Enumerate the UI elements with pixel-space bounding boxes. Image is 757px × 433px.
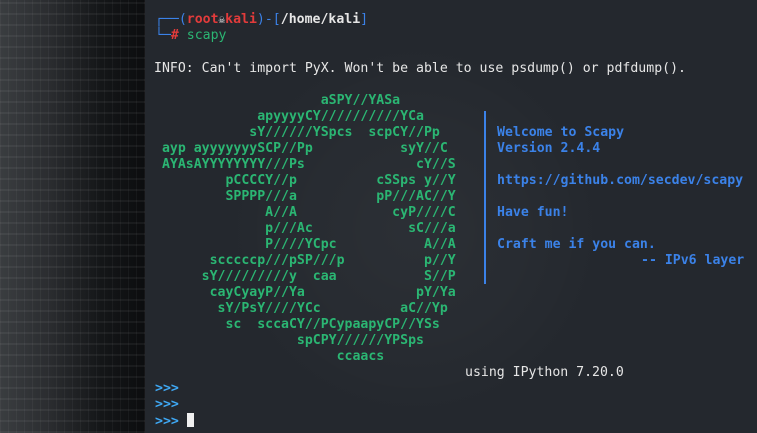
shell-command: scapy (186, 28, 227, 43)
prompt-hash: # (170, 28, 179, 43)
prompt-dir-open: )-[ (256, 12, 281, 27)
prompt-box-open: ┌──( (155, 12, 187, 27)
banner-welcome: Welcome to Scapy (497, 125, 625, 140)
scapy-logo-line: ccaacs (154, 349, 385, 364)
repl-prompt: >>> (155, 381, 179, 396)
scapy-logo-line: sc sccaCY//PCypaapyCP//YSs (154, 317, 440, 332)
scapy-logo-line: cayCyayP//Ya pY/Ya (154, 285, 456, 300)
prompt-box-bottom: └─ (155, 28, 171, 43)
scapy-logo-line: sY/////////y caa S//P (154, 269, 456, 284)
scapy-logo-line: sY//////YSpcs scpCY//Pp (154, 125, 440, 140)
prompt-user: root (186, 12, 219, 27)
scapy-logo-line: SPPPP///a pP///AC//Y (154, 189, 456, 204)
terminal-window[interactable]: ┌──(root☠kali)-[/home/kali] └─# scapy IN… (145, 0, 757, 433)
banner-version: Version 2.4.4 (497, 141, 601, 156)
text-cursor (186, 413, 194, 427)
ipython-version-line: using IPython 7.20.0 (465, 365, 624, 380)
scapy-logo-line: apyyyyCY//////////YCa (154, 109, 424, 124)
banner-separator (484, 111, 486, 284)
banner-have-fun: Have fun! (497, 205, 569, 220)
scapy-logo-line: scccccp///pSP///p p//Y (154, 253, 456, 268)
repl-input-line[interactable]: >>> (155, 413, 194, 429)
info-message: INFO: Can't import PyX. Won't be able to… (154, 61, 686, 76)
scapy-logo-line: ayp ayyyyyyySCP//Pp syY//C (154, 141, 448, 156)
prompt-dir-close: ] (360, 12, 369, 27)
scapy-logo-line: AYAsAYYYYYYYY///Ps cY//S (154, 157, 456, 172)
scapy-logo-line: spCPY//////YPSps (154, 333, 424, 348)
banner-quote: Craft me if you can. (497, 237, 656, 252)
banner-url-link[interactable]: https://github.com/secdev/scapy (497, 173, 743, 189)
scapy-logo-line: aSPY//YASa (154, 93, 401, 108)
banner-quote-author: -- IPv6 layer (641, 253, 745, 268)
repl-prompt: >>> (155, 397, 179, 412)
scapy-logo-line: A//A cyP////C (154, 205, 456, 220)
scapy-logo-line: p///Ac sC///a (154, 221, 456, 236)
repl-prompt: >>> (155, 414, 179, 429)
scapy-logo-line: P////YCpc A//A (154, 237, 456, 252)
scapy-logo-line: sY/PsY////YCc aC//Yp (154, 301, 448, 316)
scapy-logo-line: pCCCCY//p cSSps y//Y (154, 173, 456, 188)
desktop-wallpaper-strip (0, 0, 145, 433)
shell-command-line: └─# scapy (155, 28, 227, 44)
shell-prompt-line: ┌──(root☠kali)-[/home/kali] (155, 12, 368, 28)
prompt-cwd: /home/kali (280, 12, 361, 27)
prompt-host: kali (225, 12, 257, 27)
